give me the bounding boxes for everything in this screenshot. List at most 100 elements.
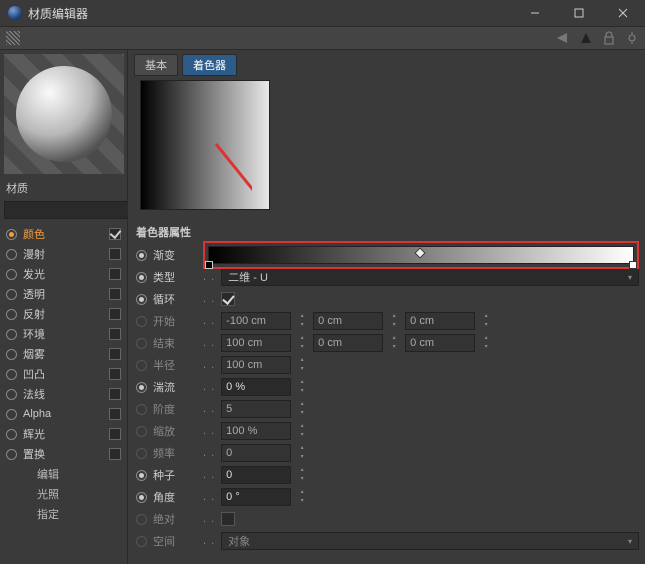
type-select[interactable]: 二维 - U▾: [221, 268, 639, 286]
spinner-icon[interactable]: ▴▾: [297, 378, 307, 396]
radio-icon[interactable]: [6, 309, 17, 320]
spinner-icon[interactable]: ▴▾: [389, 334, 399, 352]
prop-label: 湍流: [153, 379, 197, 395]
radio-icon[interactable]: [6, 249, 17, 260]
minimize-button[interactable]: [513, 0, 557, 26]
nav-back-icon[interactable]: [555, 31, 569, 45]
gradient-stop-right[interactable]: [629, 261, 637, 269]
channel-颜色[interactable]: 颜色: [0, 224, 127, 244]
radio-icon[interactable]: [6, 409, 17, 420]
spinner-icon[interactable]: ▴▾: [297, 466, 307, 484]
spinner-icon[interactable]: ▴▾: [297, 488, 307, 506]
radio-icon[interactable]: [136, 492, 147, 503]
gradient-preview[interactable]: [140, 80, 270, 210]
radio-icon[interactable]: [6, 269, 17, 280]
channel-checkbox[interactable]: [109, 408, 121, 420]
radio-icon[interactable]: [6, 429, 17, 440]
lock-icon[interactable]: [603, 31, 615, 45]
spinner-icon[interactable]: ▴▾: [389, 312, 399, 330]
channel-环境[interactable]: 环境: [0, 324, 127, 344]
radio-icon: [136, 536, 147, 547]
tab-着色器[interactable]: 着色器: [182, 54, 237, 76]
radio-icon[interactable]: [6, 329, 17, 340]
close-button[interactable]: [601, 0, 645, 26]
start-y[interactable]: 0 cm: [313, 312, 383, 330]
seed-field[interactable]: 0: [221, 466, 291, 484]
end-x[interactable]: 100 cm: [221, 334, 291, 352]
prop-label: 结束: [153, 335, 197, 351]
radio-icon[interactable]: [136, 294, 147, 305]
radio-icon[interactable]: [136, 250, 147, 261]
prop-label: 缩放: [153, 423, 197, 439]
radio-icon[interactable]: [136, 470, 147, 481]
radio-icon[interactable]: [6, 349, 17, 360]
cycle-checkbox[interactable]: [221, 292, 235, 306]
turbulence-field[interactable]: 0 %: [221, 378, 291, 396]
sub-item-编辑[interactable]: 编辑: [0, 464, 127, 484]
channel-checkbox[interactable]: [109, 268, 121, 280]
channel-漫射[interactable]: 漫射: [0, 244, 127, 264]
prop-angle: 角度. . 0 °▴▾: [134, 486, 639, 508]
prop-label: 渐变: [153, 247, 197, 263]
channel-checkbox[interactable]: [109, 388, 121, 400]
channel-checkbox[interactable]: [109, 288, 121, 300]
radio-icon[interactable]: [6, 449, 17, 460]
spinner-icon[interactable]: ▴▾: [297, 400, 307, 418]
radio-icon[interactable]: [6, 389, 17, 400]
end-z[interactable]: 0 cm: [405, 334, 475, 352]
gradient-midpoint-handle[interactable]: [414, 247, 425, 258]
channel-checkbox[interactable]: [109, 308, 121, 320]
radius-field[interactable]: 100 cm: [221, 356, 291, 374]
radio-icon[interactable]: [6, 369, 17, 380]
spinner-icon[interactable]: ▴▾: [297, 312, 307, 330]
start-z[interactable]: 0 cm: [405, 312, 475, 330]
spinner-icon[interactable]: ▴▾: [297, 444, 307, 462]
start-x[interactable]: -100 cm: [221, 312, 291, 330]
frequency-field[interactable]: 0: [221, 444, 291, 462]
channel-label: 烟雾: [23, 346, 103, 362]
channel-Alpha[interactable]: Alpha: [0, 404, 127, 424]
titlebar: 材质编辑器: [0, 0, 645, 26]
prop-end: 结束. . 100 cm▴▾ 0 cm▴▾ 0 cm▴▾: [134, 332, 639, 354]
settings-icon[interactable]: [625, 31, 639, 45]
spinner-icon[interactable]: ▴▾: [481, 334, 491, 352]
nav-up-icon[interactable]: [579, 31, 593, 45]
gradient-bar[interactable]: [208, 246, 634, 264]
grip-icon[interactable]: [6, 31, 20, 45]
end-y[interactable]: 0 cm: [313, 334, 383, 352]
radio-icon[interactable]: [6, 289, 17, 300]
scale-field[interactable]: 100 %: [221, 422, 291, 440]
spinner-icon[interactable]: ▴▾: [297, 334, 307, 352]
prop-label: 绝对: [153, 511, 197, 527]
channel-checkbox[interactable]: [109, 348, 121, 360]
channel-反射[interactable]: 反射: [0, 304, 127, 324]
sub-item-指定[interactable]: 指定: [0, 504, 127, 524]
material-preview[interactable]: [4, 54, 124, 174]
channel-透明[interactable]: 透明: [0, 284, 127, 304]
channel-法线[interactable]: 法线: [0, 384, 127, 404]
prop-octaves: 阶度. . 5▴▾: [134, 398, 639, 420]
gradient-stop-left[interactable]: [205, 261, 213, 269]
channel-辉光[interactable]: 辉光: [0, 424, 127, 444]
radio-icon[interactable]: [136, 382, 147, 393]
channel-置换[interactable]: 置换: [0, 444, 127, 464]
radio-icon[interactable]: [136, 272, 147, 283]
channel-checkbox[interactable]: [109, 448, 121, 460]
angle-field[interactable]: 0 °: [221, 488, 291, 506]
channel-checkbox[interactable]: [109, 428, 121, 440]
sub-item-光照[interactable]: 光照: [0, 484, 127, 504]
channel-checkbox[interactable]: [109, 248, 121, 260]
radio-icon[interactable]: [6, 229, 17, 240]
channel-checkbox[interactable]: [109, 328, 121, 340]
octaves-field[interactable]: 5: [221, 400, 291, 418]
channel-发光[interactable]: 发光: [0, 264, 127, 284]
channel-烟雾[interactable]: 烟雾: [0, 344, 127, 364]
channel-checkbox[interactable]: [109, 368, 121, 380]
channel-凹凸[interactable]: 凹凸: [0, 364, 127, 384]
spinner-icon[interactable]: ▴▾: [481, 312, 491, 330]
spinner-icon[interactable]: ▴▾: [297, 356, 307, 374]
maximize-button[interactable]: [557, 0, 601, 26]
spinner-icon[interactable]: ▴▾: [297, 422, 307, 440]
channel-checkbox[interactable]: [109, 228, 121, 240]
tab-基本[interactable]: 基本: [134, 54, 178, 76]
